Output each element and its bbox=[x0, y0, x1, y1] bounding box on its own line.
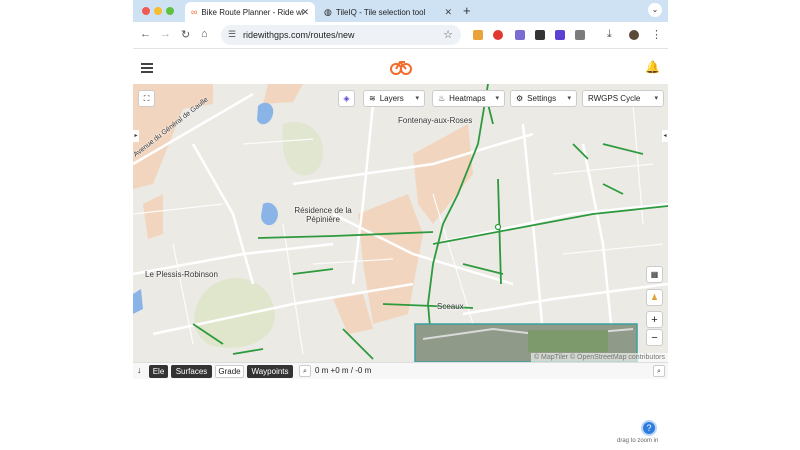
settings-dropdown[interactable]: ⚙ Settings ▾ bbox=[510, 90, 577, 107]
browser-window: ∞ Bike Route Planner - Ride wi ✕ ◍ TileI… bbox=[133, 0, 668, 450]
rwgps-logo-icon[interactable] bbox=[390, 58, 412, 76]
place-label: Le Plessis-Robinson bbox=[145, 270, 218, 279]
layers-icon: ≋ bbox=[369, 94, 376, 103]
tab-strip: ∞ Bike Route Planner - Ride wi ✕ ◍ TileI… bbox=[133, 0, 668, 22]
place-label: Sceaux bbox=[437, 302, 464, 311]
home-icon[interactable]: ⌂ bbox=[201, 28, 208, 40]
maximize-window-icon[interactable] bbox=[166, 7, 174, 15]
tab-label: Bike Route Planner - Ride wi bbox=[201, 7, 304, 17]
expand-left-panel-icon[interactable]: ▸ bbox=[133, 130, 139, 142]
settings-label: Settings bbox=[527, 94, 557, 103]
map-attribution[interactable]: © MapTiler © OpenStreetMap contributors bbox=[530, 353, 668, 362]
more-menu-icon[interactable]: ⋮ bbox=[651, 28, 662, 41]
close-window-icon[interactable] bbox=[142, 7, 150, 15]
drive-extension-icon[interactable] bbox=[473, 30, 483, 40]
extension-icon[interactable] bbox=[515, 30, 525, 40]
notifications-bell-icon[interactable]: 🔔 bbox=[645, 60, 660, 74]
elevation-toolbar: ↓ Ele Surfaces Grade Waypoints ⌕ 0 m +0 … bbox=[133, 362, 668, 379]
profile-avatar[interactable] bbox=[629, 30, 639, 40]
heatmaps-label: Heatmaps bbox=[449, 94, 486, 103]
address-bar[interactable]: ☰ ridewithgps.com/routes/new ☆ bbox=[221, 25, 461, 45]
adblock-extension-icon[interactable] bbox=[493, 30, 503, 40]
flame-icon: ♨ bbox=[438, 94, 446, 103]
zoom-out-button[interactable]: − bbox=[646, 329, 663, 346]
globe-favicon-icon: ◍ bbox=[324, 6, 332, 17]
fullscreen-icon[interactable]: ⛶ bbox=[138, 90, 155, 107]
layers-label: Layers bbox=[379, 94, 404, 103]
help-button[interactable]: ? bbox=[641, 420, 657, 436]
close-tab-icon[interactable]: ✕ bbox=[444, 7, 452, 18]
heatmaps-dropdown[interactable]: ♨ Heatmaps ▾ bbox=[432, 90, 505, 107]
expand-right-panel-icon[interactable]: ◂ bbox=[662, 130, 668, 142]
site-info-icon[interactable]: ☰ bbox=[228, 29, 236, 40]
zoom-icon[interactable]: ⌕ bbox=[299, 365, 311, 377]
download-icon[interactable]: ⤓ bbox=[607, 28, 612, 41]
tab-label: TileIQ - Tile selection tool bbox=[335, 7, 426, 17]
place-label: Résidence de la Pépinière bbox=[294, 206, 352, 224]
chevron-down-icon: ▾ bbox=[567, 95, 571, 102]
hamburger-menu-icon[interactable] bbox=[141, 63, 153, 73]
tab-search-icon[interactable]: ⌄ bbox=[648, 3, 662, 17]
chevron-down-icon: ▾ bbox=[654, 95, 658, 102]
tab-bike-route-planner[interactable]: ∞ Bike Route Planner - Ride wi ✕ bbox=[185, 2, 315, 22]
extension-icon[interactable] bbox=[535, 30, 545, 40]
tab-surfaces[interactable]: Surfaces bbox=[171, 365, 212, 378]
gear-icon: ⚙ bbox=[516, 94, 524, 103]
tab-elevation[interactable]: Ele bbox=[149, 365, 168, 378]
minimize-window-icon[interactable] bbox=[154, 7, 162, 15]
map-canvas[interactable]: Fontenay-aux-Roses Résidence de la Pépin… bbox=[133, 84, 668, 362]
chevron-down-icon: ▾ bbox=[495, 95, 499, 102]
forward-icon[interactable]: → bbox=[160, 28, 171, 40]
new-tab-icon[interactable]: + bbox=[463, 3, 471, 18]
tab-grade[interactable]: Grade bbox=[215, 365, 244, 378]
bookmark-star-icon[interactable]: ☆ bbox=[443, 28, 453, 41]
tab-waypoints[interactable]: Waypoints bbox=[247, 365, 293, 378]
extension-icon[interactable] bbox=[555, 30, 565, 40]
zoom-in-button[interactable]: + bbox=[646, 311, 663, 328]
reload-icon[interactable]: ↻ bbox=[181, 28, 190, 41]
drag-zoom-hint: drag to zoom in bbox=[617, 438, 659, 444]
layers-dropdown[interactable]: ≋ Layers ▾ bbox=[363, 90, 425, 107]
url-text: ridewithgps.com/routes/new bbox=[243, 30, 355, 40]
app-header: 🔔 bbox=[133, 50, 668, 84]
elevation-stats: 0 m +0 m / -0 m bbox=[315, 366, 372, 375]
chevron-down-icon: ▾ bbox=[415, 95, 419, 102]
street-view-pegman-icon[interactable]: ♟ bbox=[646, 289, 663, 306]
place-label: Fontenay-aux-Roses bbox=[398, 116, 473, 125]
routing-profile-dropdown[interactable]: RWGPS Cycle ▾ bbox=[582, 90, 664, 107]
collapse-down-icon[interactable]: ↓ bbox=[137, 365, 142, 375]
screen: ∞ Bike Route Planner - Ride wi ✕ ◍ TileI… bbox=[0, 0, 800, 450]
zoom-icon[interactable]: ⌕ bbox=[653, 365, 665, 377]
routing-profile-label: RWGPS Cycle bbox=[588, 94, 641, 103]
back-icon[interactable]: ← bbox=[140, 28, 151, 40]
map-tiles bbox=[133, 84, 668, 362]
map-type-icon[interactable]: ▦ bbox=[646, 266, 663, 283]
browser-toolbar: ← → ↻ ⌂ ☰ ridewithgps.com/routes/new ☆ ⤓… bbox=[133, 22, 668, 49]
tab-tileiq[interactable]: ◍ TileIQ - Tile selection tool ✕ bbox=[318, 2, 458, 22]
close-tab-icon[interactable]: ✕ bbox=[301, 7, 309, 18]
route-mode-icon[interactable]: ◈ bbox=[338, 90, 355, 107]
extensions-puzzle-icon[interactable] bbox=[575, 30, 585, 40]
rwgps-favicon-icon: ∞ bbox=[191, 7, 198, 17]
